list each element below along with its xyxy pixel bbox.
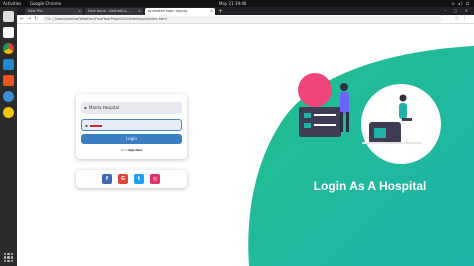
username-value: Manta Hospital [89, 105, 120, 110]
activities-button[interactable]: Activities [3, 0, 21, 7]
help-icon[interactable] [3, 91, 14, 102]
google-icon[interactable]: G [118, 174, 128, 184]
url-bar[interactable]: File | /home/akshat/WebDev/FinalYearProj… [42, 16, 442, 23]
login-card: ▪ Manta Hospital ▪ Login Don't Sign Here [76, 94, 187, 159]
dock [0, 7, 17, 266]
app-menu[interactable]: Google Chrome [30, 0, 61, 7]
files-icon[interactable] [3, 11, 14, 22]
instagram-icon[interactable]: ◎ [150, 174, 160, 184]
tab-new-file[interactable]: New File × [25, 8, 83, 15]
pink-circle-shape [298, 73, 332, 107]
system-tray[interactable]: ⊙ ◂) ⏻ [451, 0, 470, 7]
tab-animated-login[interactable]: Animated login signup × [145, 8, 215, 15]
chrome-icon[interactable] [3, 43, 14, 54]
close-icon[interactable]: × [78, 8, 81, 15]
reload-icon[interactable]: ↻ [34, 16, 38, 23]
clock[interactable]: May 21 19:46 [219, 0, 246, 7]
url-scheme: File | [45, 17, 55, 21]
tab-bar: New File × New Issue · Akshat/Lo... × An… [17, 7, 474, 15]
signup-prompt: Don't Sign Here [76, 149, 187, 152]
tab-label: New Issue · Akshat/Lo... [88, 9, 130, 13]
new-tab-button[interactable]: + [218, 8, 223, 15]
notes-icon[interactable] [3, 27, 14, 38]
url-path: /home/akshat/WebDev/FinalYearProject%20H… [54, 17, 167, 21]
login-button[interactable]: Login [81, 134, 182, 144]
signup-prompt-text: Don't [120, 149, 128, 152]
window-controls[interactable]: – ▢ ✕ [444, 8, 471, 13]
social-login-card: f G t ◎ [76, 170, 187, 188]
dashboard-illustration [299, 107, 341, 137]
signup-link[interactable]: Sign Here [128, 149, 142, 152]
address-toolbar: ← → ↻ File | /home/akshat/WebDev/FinalYe… [17, 15, 474, 24]
facebook-icon[interactable]: f [102, 174, 112, 184]
vscode-icon[interactable] [3, 59, 14, 70]
login-page: Login As A Hospital ▪ Manta Hospital ▪ L… [17, 24, 474, 266]
username-field[interactable]: ▪ Manta Hospital [81, 102, 182, 114]
tab-new-issue[interactable]: New Issue · Akshat/Lo... × [85, 8, 143, 15]
lock-icon: ▪ [85, 123, 88, 128]
software-center-icon[interactable] [3, 75, 14, 86]
password-field[interactable]: ▪ [81, 119, 182, 131]
user-icon: ▪ [84, 105, 87, 110]
tab-label: New File [28, 9, 43, 13]
back-icon[interactable]: ← [20, 16, 24, 23]
text-editor-icon[interactable] [3, 107, 14, 118]
forward-icon[interactable]: → [27, 16, 31, 23]
twitter-icon[interactable]: t [134, 174, 144, 184]
os-top-bar: Activities Google Chrome May 21 19:46 ⊙ … [0, 0, 474, 7]
hero-title: Login As A Hospital [313, 179, 427, 193]
tab-label: Animated login signup [148, 9, 188, 13]
password-mask [90, 125, 102, 127]
show-apps-icon[interactable] [4, 253, 13, 262]
browser-menu-icons[interactable]: ☆⋮ [455, 16, 470, 23]
close-icon[interactable]: × [210, 8, 213, 15]
close-icon[interactable]: × [138, 8, 141, 15]
